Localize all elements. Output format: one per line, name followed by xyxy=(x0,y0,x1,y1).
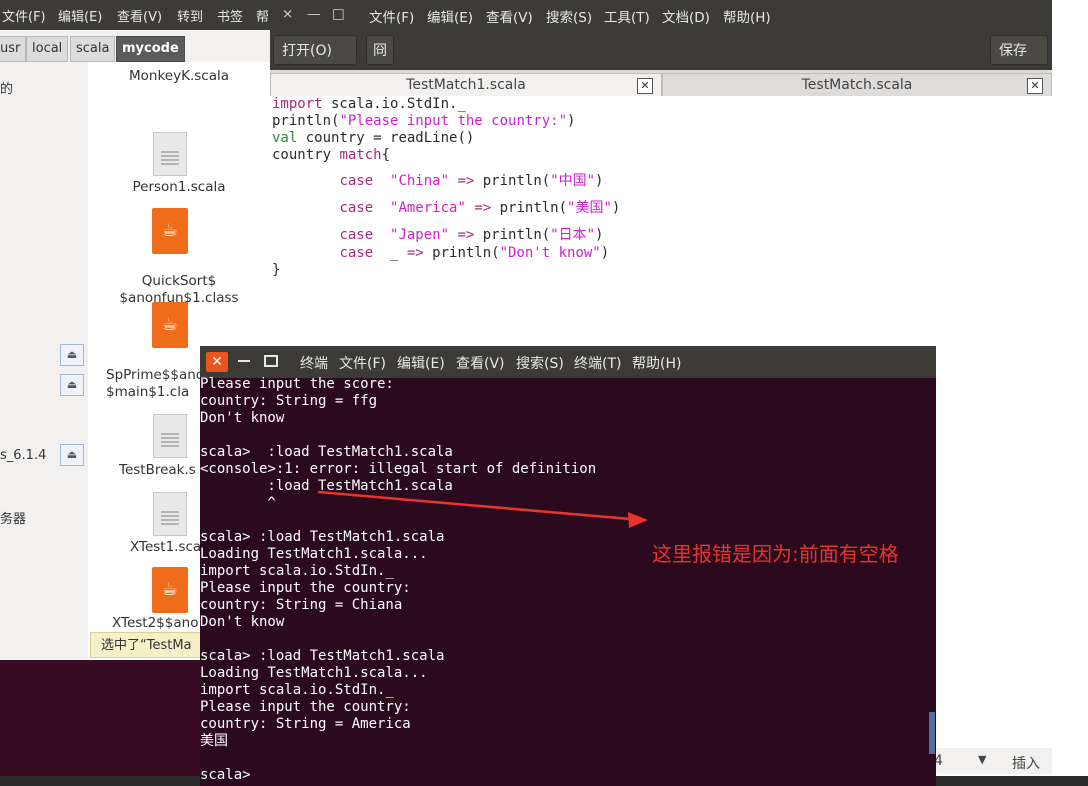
annotation-arrow xyxy=(317,490,648,528)
annotation-text: 这里报错是因为:前面有空格 xyxy=(652,542,899,566)
